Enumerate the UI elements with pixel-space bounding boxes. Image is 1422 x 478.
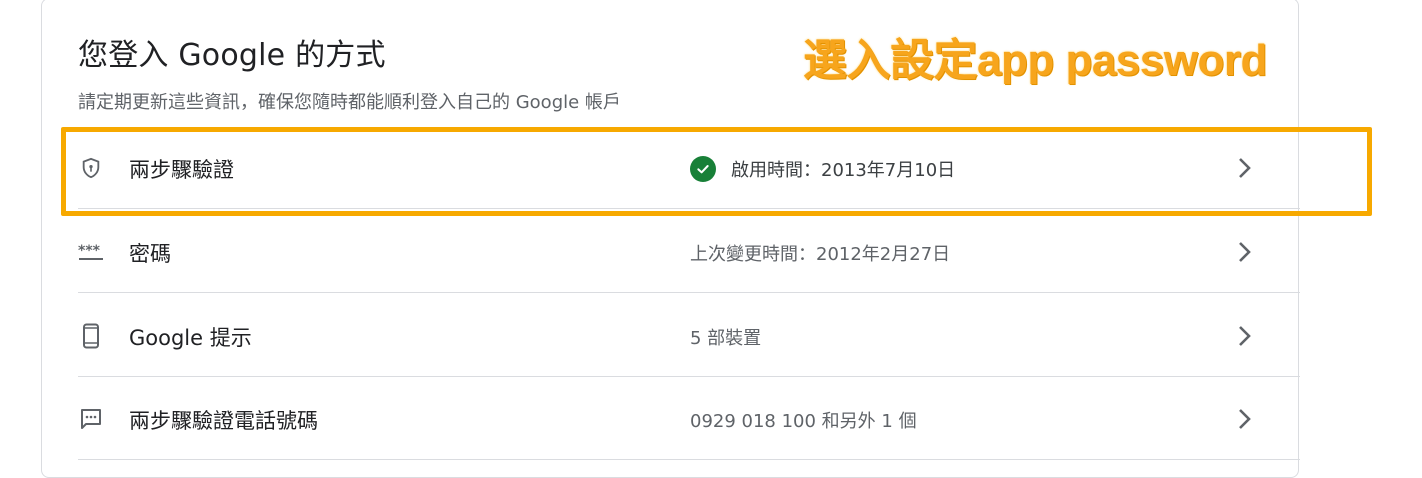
row-label: Google 提示 — [129, 326, 252, 350]
row-value: 啟用時間：2013年7月10日 — [690, 156, 955, 182]
row-label: 兩步驟驗證 — [129, 158, 234, 182]
chevron-right-icon[interactable] — [1230, 322, 1258, 350]
phone-icon — [78, 323, 104, 349]
password-asterisk-icon: *** — [78, 239, 104, 265]
row-label: 密碼 — [129, 242, 171, 266]
row-label: 兩步驟驗證電話號碼 — [129, 409, 318, 433]
row-two-step-phone[interactable]: 兩步驟驗證電話號碼 0929 018 100 和另外 1 個 — [78, 377, 1300, 460]
chevron-right-icon[interactable] — [1230, 405, 1258, 433]
row-divider — [78, 459, 1300, 460]
svg-text:***: *** — [78, 243, 101, 259]
row-value: 5 部裝置 — [690, 328, 762, 349]
annotation-text: 選入設定app password — [803, 36, 1267, 85]
row-value: 上次變更時間：2012年2月27日 — [690, 244, 951, 265]
shield-icon — [78, 155, 104, 181]
row-value: 0929 018 100 和另外 1 個 — [690, 411, 917, 432]
row-value-text: 啟用時間：2013年7月10日 — [731, 160, 956, 181]
row-divider — [78, 208, 1300, 209]
row-google-prompt[interactable]: Google 提示 5 部裝置 — [78, 294, 1300, 377]
page-title: 您登入 Google 的方式 — [78, 38, 386, 73]
row-password[interactable]: *** 密碼 上次變更時間：2012年2月27日 — [78, 210, 1300, 293]
message-icon — [78, 406, 104, 432]
check-circle-icon — [690, 156, 716, 182]
row-two-step-verification[interactable]: 兩步驟驗證 啟用時間：2013年7月10日 — [78, 126, 1300, 209]
page-subtitle: 請定期更新這些資訊，確保您隨時都能順利登入自己的 Google 帳戶 — [78, 92, 621, 113]
chevron-right-icon[interactable] — [1230, 154, 1258, 182]
row-divider — [78, 292, 1300, 293]
chevron-right-icon[interactable] — [1230, 238, 1258, 266]
